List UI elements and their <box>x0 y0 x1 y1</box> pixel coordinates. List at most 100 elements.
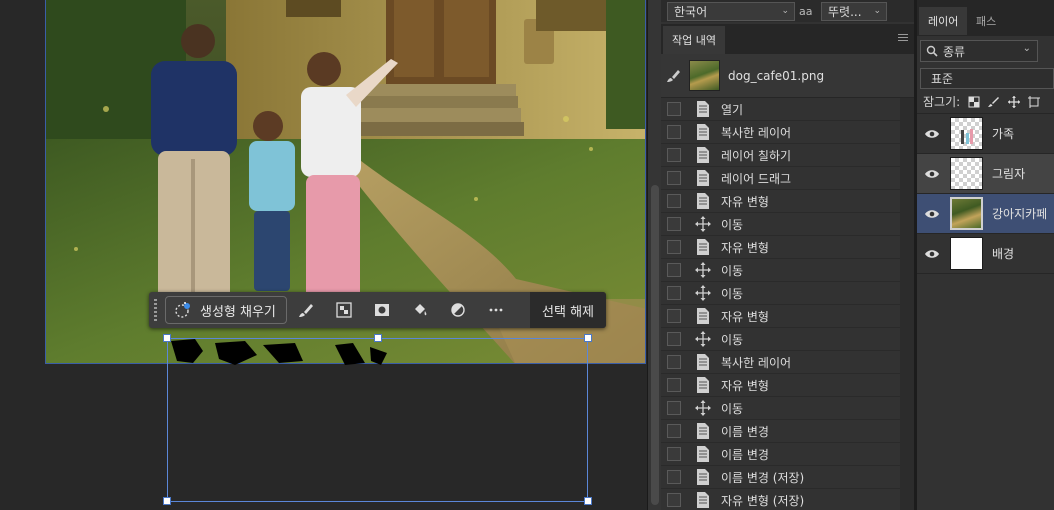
history-step-checkbox[interactable] <box>667 148 681 162</box>
history-step[interactable]: 복사한 레이어 <box>661 121 900 144</box>
eye-icon[interactable] <box>917 249 947 259</box>
blend-mode-value: 표준 <box>931 71 954 86</box>
layer-row[interactable]: 가족 <box>917 114 1054 154</box>
mask-icon[interactable] <box>363 292 401 328</box>
history-step-checkbox[interactable] <box>667 194 681 208</box>
font-size-icon: aa <box>799 4 813 18</box>
history-step-checkbox[interactable] <box>667 355 681 369</box>
layer-row[interactable]: 그림자 <box>917 154 1054 194</box>
history-step[interactable]: 열기 <box>661 98 900 121</box>
transform-selection-box[interactable] <box>163 334 592 505</box>
history-step[interactable]: 이동 <box>661 282 900 305</box>
history-step-checkbox[interactable] <box>667 470 681 484</box>
history-step-checkbox[interactable] <box>667 424 681 438</box>
history-tab-bar: 작업 내역 <box>661 24 914 54</box>
generative-fill-label: 생성형 채우기 <box>200 304 276 320</box>
history-step[interactable]: 이름 변경 <box>661 420 900 443</box>
transform-handle-bottom-right[interactable] <box>584 497 592 505</box>
canvas-scroll-thumb[interactable] <box>651 185 659 505</box>
lock-label: 잠그기: <box>923 95 961 109</box>
tab-paths-label: 패스 <box>976 15 997 28</box>
transform-handle-top-right[interactable] <box>584 334 592 342</box>
history-step[interactable]: 이동 <box>661 328 900 351</box>
generative-fill-icon <box>175 302 190 318</box>
eye-icon[interactable] <box>917 209 947 219</box>
history-step-checkbox[interactable] <box>667 240 681 254</box>
contrast-icon[interactable] <box>439 292 477 328</box>
history-step-checkbox[interactable] <box>667 447 681 461</box>
history-step-label: 이동 <box>721 401 744 416</box>
snapshot-thumbnail <box>689 60 720 91</box>
history-step-checkbox[interactable] <box>667 171 681 185</box>
panel-menu-icon[interactable] <box>898 34 908 42</box>
history-step[interactable]: 자유 변형 (저장) <box>661 489 900 510</box>
checker-mask-icon[interactable] <box>325 292 363 328</box>
history-step-label: 열기 <box>721 102 744 117</box>
layer-list: 가족 그림자 강아지카페 배경 <box>917 114 1054 274</box>
layer-thumbnail <box>950 197 983 230</box>
history-step[interactable]: 레이어 드래그 <box>661 167 900 190</box>
layer-filter-row: 종류 ⌄ <box>917 36 1054 66</box>
lock-transparent-pixels-icon[interactable] <box>968 96 980 108</box>
document-icon <box>695 239 711 255</box>
generative-fill-button[interactable]: 생성형 채우기 <box>165 296 287 324</box>
move-icon <box>695 216 711 232</box>
history-step[interactable]: 이동 <box>661 259 900 282</box>
history-step[interactable]: 레이어 칠하기 <box>661 144 900 167</box>
antialias-dropdown[interactable]: 뚜렷... ⌄ <box>821 1 887 21</box>
history-step[interactable]: 이동 <box>661 213 900 236</box>
eye-icon[interactable] <box>917 169 947 179</box>
transform-handle-top-left[interactable] <box>163 334 171 342</box>
lock-image-pixels-icon[interactable] <box>988 96 1000 108</box>
blend-mode-dropdown[interactable]: 표준 <box>920 67 1054 89</box>
eye-icon[interactable] <box>917 129 947 139</box>
history-step[interactable]: 자유 변형 <box>661 190 900 213</box>
lock-position-icon[interactable] <box>1008 95 1021 108</box>
history-step[interactable]: 자유 변형 <box>661 236 900 259</box>
history-step-checkbox[interactable] <box>667 309 681 323</box>
history-step-checkbox[interactable] <box>667 378 681 392</box>
history-step-checkbox[interactable] <box>667 332 681 346</box>
history-step-checkbox[interactable] <box>667 401 681 415</box>
history-step-label: 이름 변경 <box>721 424 769 439</box>
tab-history[interactable]: 작업 내역 <box>663 26 725 54</box>
history-step[interactable]: 이름 변경 <box>661 443 900 466</box>
history-step-checkbox[interactable] <box>667 263 681 277</box>
tab-paths[interactable]: 패스 <box>967 7 1005 35</box>
more-icon[interactable] <box>477 292 515 328</box>
history-step-checkbox[interactable] <box>667 125 681 139</box>
canvas-vertical-scrollbar[interactable] <box>647 0 661 510</box>
history-step-label: 자유 변형 <box>721 240 769 255</box>
history-snapshot[interactable]: dog_cafe01.png <box>661 54 914 98</box>
layer-row[interactable]: 강아지카페 <box>917 194 1054 234</box>
history-brush-source-icon[interactable] <box>667 69 681 83</box>
language-dropdown[interactable]: 한국어 ⌄ <box>667 1 795 21</box>
document-icon <box>695 124 711 140</box>
tab-layers[interactable]: 레이어 <box>919 7 968 35</box>
transform-handle-top-center[interactable] <box>374 334 382 342</box>
canvas-area[interactable]: 생성형 채우기 선택 해제 <box>0 0 647 510</box>
transform-handle-bottom-left[interactable] <box>163 497 171 505</box>
history-step-checkbox[interactable] <box>667 493 681 507</box>
history-step[interactable]: 자유 변형 <box>661 374 900 397</box>
document-icon <box>695 377 711 393</box>
lock-artboard-icon[interactable] <box>1028 95 1041 108</box>
taskbar-drag-handle[interactable] <box>149 292 161 328</box>
history-step[interactable]: 자유 변형 <box>661 305 900 328</box>
history-step[interactable]: 이름 변경 (저장) <box>661 466 900 489</box>
history-step[interactable]: 복사한 레이어 <box>661 351 900 374</box>
layer-kind-filter-dropdown[interactable]: 종류 ⌄ <box>920 40 1038 62</box>
history-scrollbar[interactable] <box>900 98 914 510</box>
history-step-checkbox[interactable] <box>667 102 681 116</box>
snapshot-name: dog_cafe01.png <box>728 68 825 83</box>
brush-icon[interactable] <box>287 292 325 328</box>
fill-bucket-icon[interactable] <box>401 292 439 328</box>
history-step-label: 이동 <box>721 217 744 232</box>
deselect-button[interactable]: 선택 해제 <box>530 292 606 328</box>
deselect-label: 선택 해제 <box>542 304 594 320</box>
move-icon <box>695 331 711 347</box>
layer-row[interactable]: 배경 <box>917 234 1054 274</box>
history-step-checkbox[interactable] <box>667 286 681 300</box>
history-step-checkbox[interactable] <box>667 217 681 231</box>
history-step[interactable]: 이동 <box>661 397 900 420</box>
